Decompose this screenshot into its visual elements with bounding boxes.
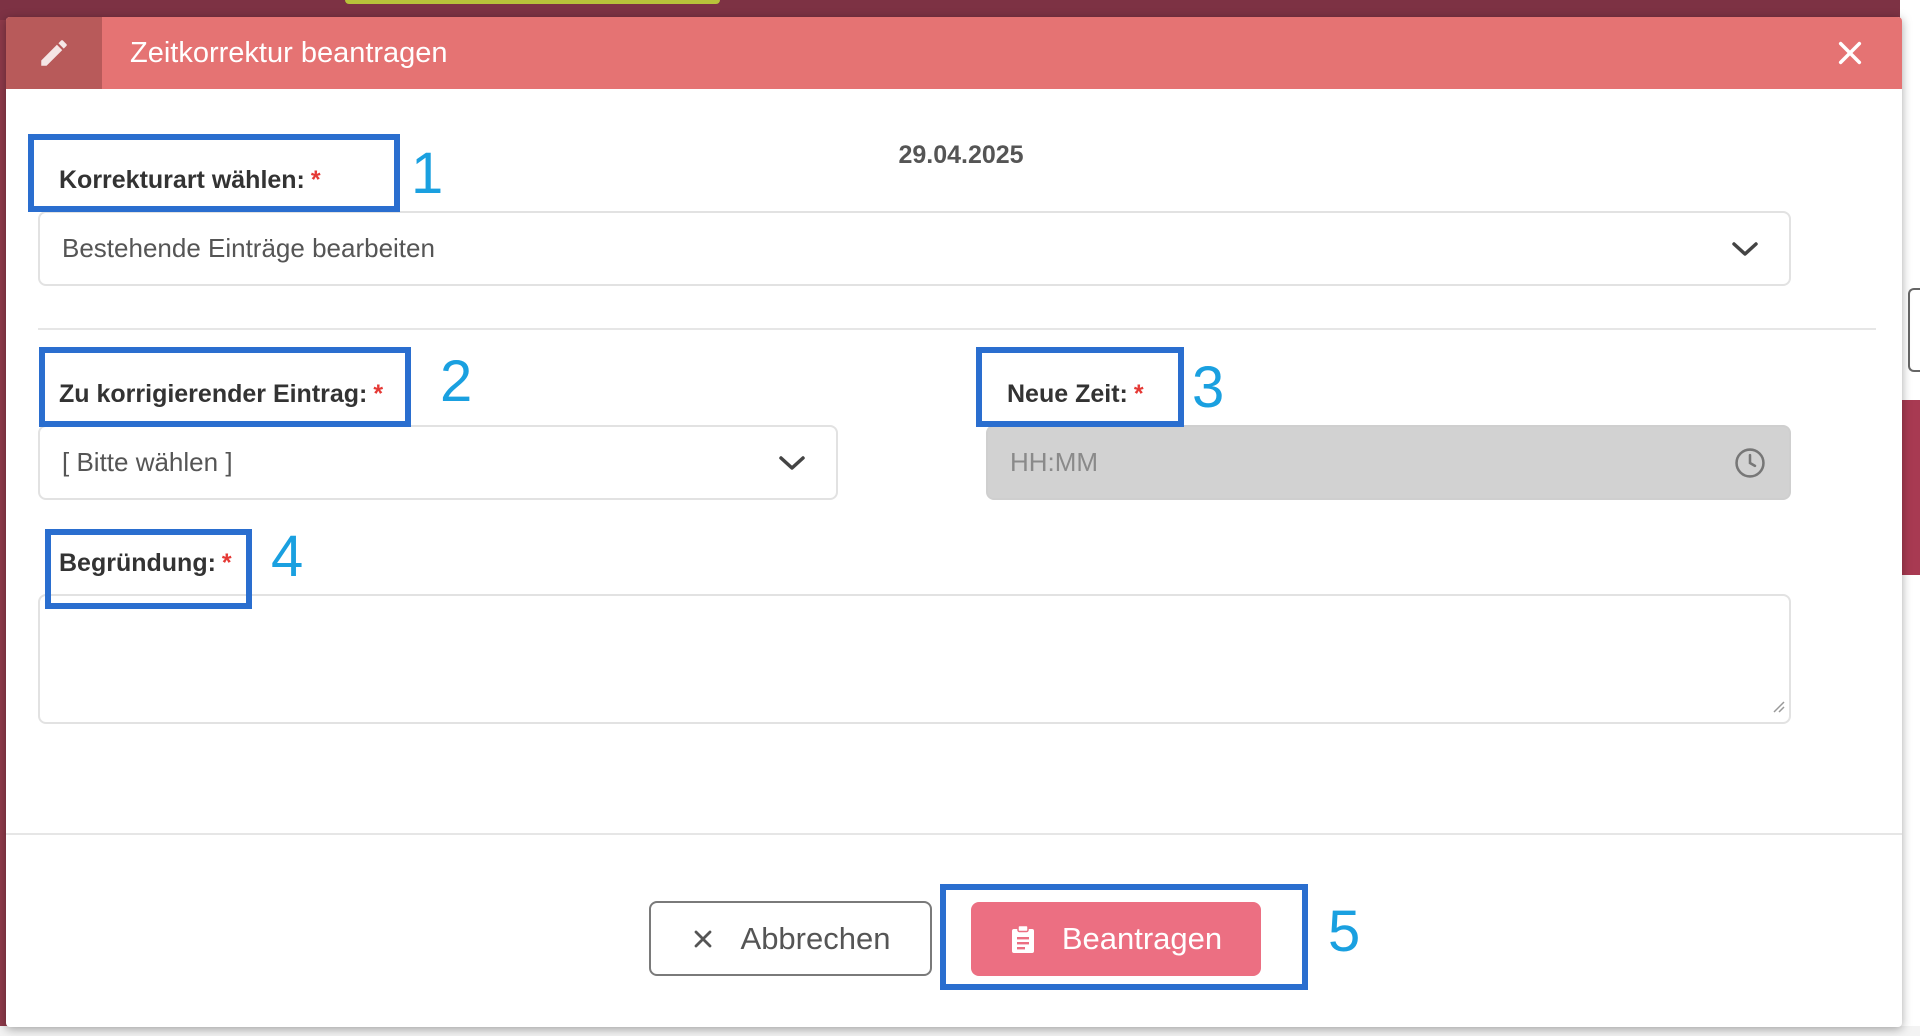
annotation-number-4: 4	[271, 524, 304, 589]
cancel-button[interactable]: Abbrechen	[649, 901, 932, 976]
cancel-button-label: Abbrechen	[740, 920, 891, 956]
dialog-header: Zeitkorrektur beantragen	[6, 17, 1902, 89]
new-time-label-text: Neue Zeit:	[1007, 380, 1128, 408]
resize-handle-icon[interactable]	[1771, 699, 1785, 718]
required-marker: *	[310, 166, 321, 194]
background-app-card	[1908, 288, 1920, 372]
annotation-number-3: 3	[1192, 355, 1225, 420]
time-correction-dialog: Zeitkorrektur beantragen 29.04.2025 Korr…	[6, 17, 1902, 1027]
chevron-down-icon	[1731, 240, 1759, 258]
section-divider	[38, 328, 1876, 330]
chevron-down-icon	[778, 454, 806, 472]
selected-date: 29.04.2025	[898, 141, 1024, 169]
entry-value: [ Bitte wählen ]	[62, 447, 233, 477]
correction-type-label: Korrekturart wählen: *	[59, 166, 321, 195]
reason-textarea[interactable]	[38, 594, 1791, 724]
footer-divider	[6, 833, 1902, 835]
entry-label-text: Zu korrigierender Eintrag:	[59, 380, 368, 408]
header-icon-box	[6, 17, 102, 89]
entry-label: Zu korrigierender Eintrag: *	[59, 380, 383, 409]
new-time-label: Neue Zeit: *	[1007, 380, 1144, 409]
close-icon	[1838, 41, 1862, 65]
correction-type-select[interactable]: Bestehende Einträge bearbeiten	[38, 211, 1791, 286]
clipboard-icon	[1010, 924, 1036, 954]
new-time-input[interactable]: HH:MM	[986, 425, 1791, 500]
submit-button-label: Beantragen	[1061, 921, 1223, 956]
new-time-placeholder: HH:MM	[1010, 447, 1099, 477]
entry-select[interactable]: [ Bitte wählen ]	[38, 425, 838, 500]
close-icon	[691, 927, 715, 951]
correction-type-label-text: Korrekturart wählen:	[59, 166, 305, 194]
required-marker: *	[373, 380, 384, 408]
required-marker: *	[221, 549, 232, 577]
dialog-title: Zeitkorrektur beantragen	[130, 37, 448, 69]
annotation-number-5: 5	[1328, 899, 1361, 964]
background-app-pill	[345, 0, 720, 4]
reason-label-text: Begründung:	[59, 549, 216, 577]
reason-label: Begründung: *	[59, 549, 232, 578]
background-app-band	[1900, 400, 1920, 575]
clock-icon[interactable]	[1733, 446, 1767, 480]
submit-button[interactable]: Beantragen	[971, 902, 1261, 976]
required-marker: *	[1133, 380, 1144, 408]
close-button[interactable]	[1828, 31, 1872, 75]
background-app-footer	[0, 1026, 1920, 1036]
pencil-icon	[41, 40, 67, 66]
annotation-number-1: 1	[411, 141, 444, 206]
annotation-number-2: 2	[440, 349, 473, 414]
correction-type-value: Bestehende Einträge bearbeiten	[62, 233, 435, 263]
